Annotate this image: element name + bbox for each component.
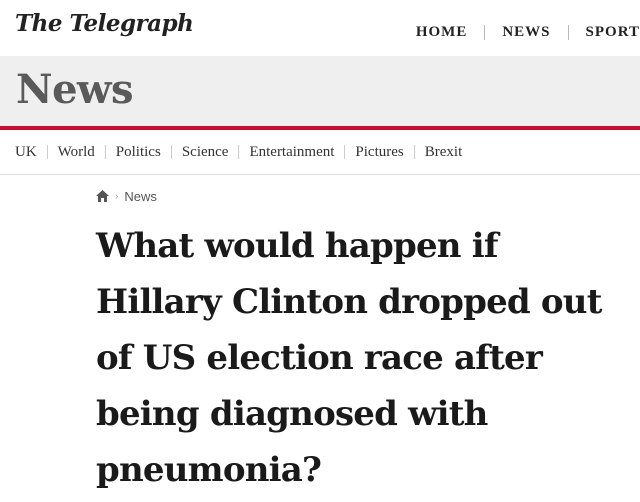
subnav-divider — [170, 145, 172, 159]
subnav-world[interactable]: World — [58, 144, 95, 161]
home-icon — [96, 189, 109, 202]
section-title: News — [16, 66, 133, 113]
nav-home-link[interactable]: HOME — [416, 24, 468, 41]
section-subnav: UK World Politics Science Entertainment … — [0, 130, 640, 175]
breadcrumb: › News — [96, 187, 157, 206]
subnav-divider — [344, 145, 346, 159]
subnav-entertainment[interactable]: Entertainment — [249, 144, 334, 161]
section-banner: News — [0, 56, 640, 126]
subnav-politics[interactable]: Politics — [116, 144, 161, 161]
subnav-divider — [238, 145, 240, 159]
nav-divider — [484, 24, 486, 40]
nav-divider — [567, 24, 569, 40]
subnav-science[interactable]: Science — [182, 144, 229, 161]
article-headline: What would happen if Hillary Clinton dro… — [96, 226, 602, 490]
site-header: The Telegraph HOME NEWS SPORT — [0, 0, 640, 56]
subnav-divider — [46, 145, 48, 159]
subnav-uk[interactable]: UK — [15, 144, 37, 161]
subnav-divider — [104, 145, 106, 159]
breadcrumb-home[interactable] — [96, 187, 109, 206]
nav-news-link[interactable]: NEWS — [502, 24, 550, 41]
top-navigation: HOME NEWS SPORT — [416, 23, 640, 41]
nav-sport-link[interactable]: SPORT — [586, 24, 640, 41]
subnav-divider — [413, 145, 415, 159]
subnav-brexit[interactable]: Brexit — [425, 144, 463, 161]
chevron-right-icon: › — [115, 190, 119, 202]
telegraph-logo[interactable]: The Telegraph — [15, 10, 194, 37]
subnav-pictures[interactable]: Pictures — [355, 144, 403, 161]
breadcrumb-news[interactable]: News — [124, 189, 157, 204]
